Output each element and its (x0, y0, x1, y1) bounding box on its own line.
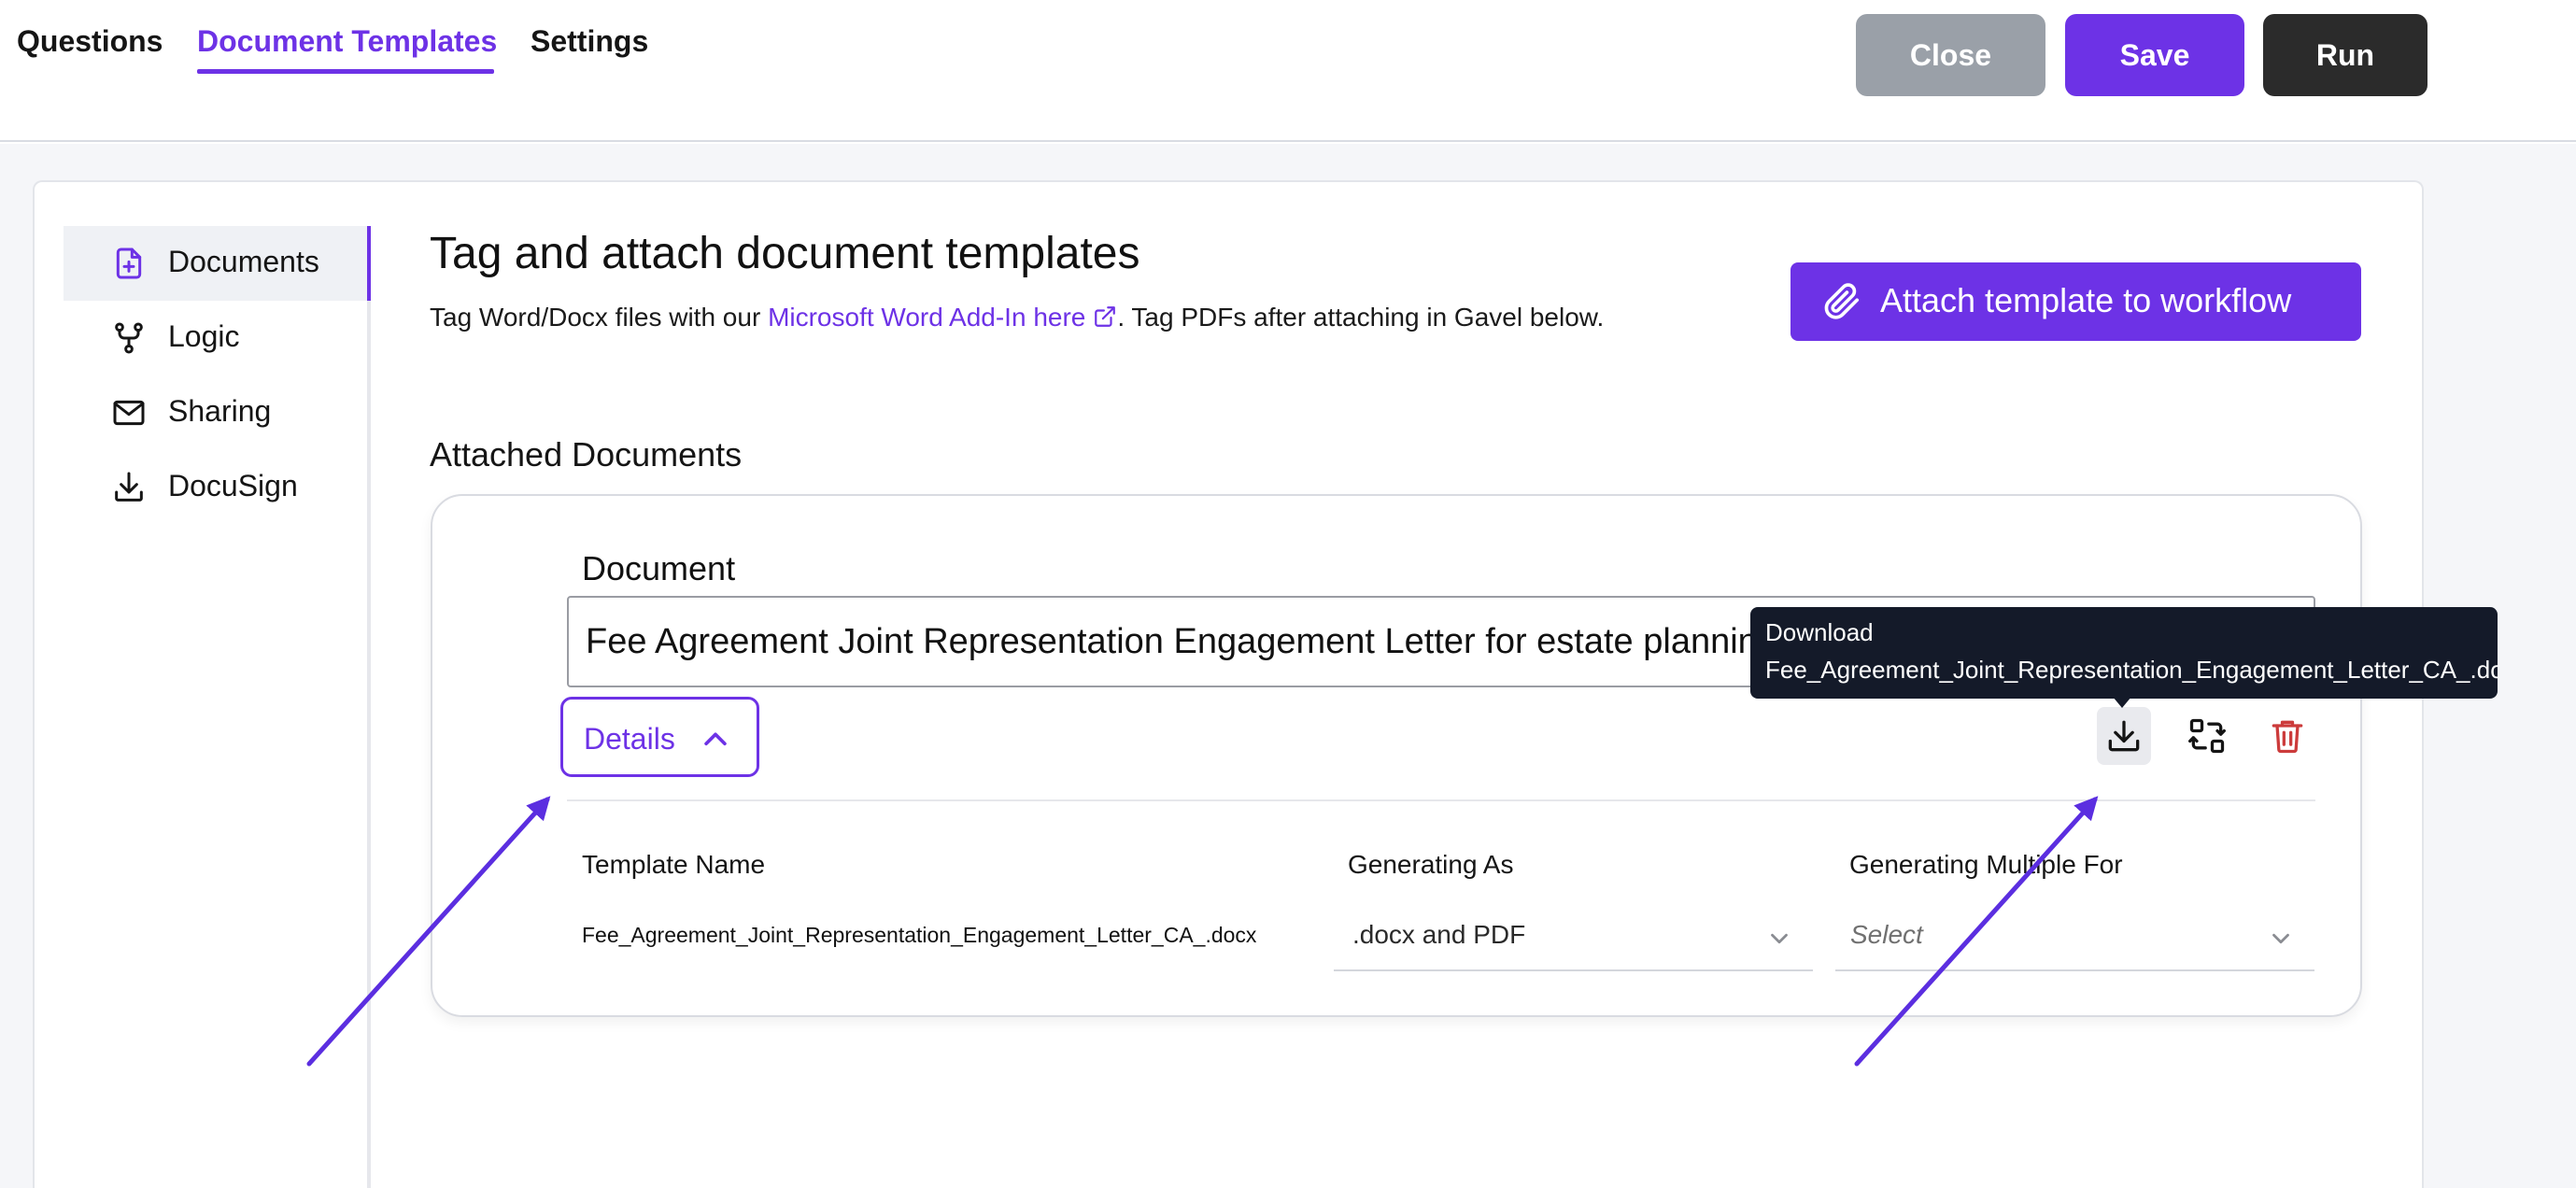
sidebar-item-sharing[interactable]: Sharing (64, 375, 367, 450)
branch-icon (115, 322, 143, 354)
tab-questions[interactable]: Questions (17, 24, 163, 59)
external-link-icon (1095, 306, 1116, 327)
active-tab-underline (197, 69, 494, 74)
attached-documents-heading: Attached Documents (430, 435, 743, 474)
attach-template-button[interactable]: Attach template to workflow (1790, 262, 2361, 341)
delete-document-button[interactable] (2260, 707, 2314, 765)
generating-multiple-for-select[interactable]: Select (1835, 904, 2314, 971)
chevron-up-icon (704, 732, 727, 746)
tab-document-templates[interactable]: Document Templates (197, 24, 497, 59)
tooltip-pointer (2113, 697, 2131, 708)
document-name-value: Fee Agreement Joint Representation Engag… (586, 622, 1777, 661)
sidebar-active-indicator (367, 226, 371, 301)
document-field-label: Document (582, 549, 736, 587)
sidebar-item-docusign[interactable]: DocuSign (64, 450, 367, 525)
sidebar-item-logic[interactable]: Logic (64, 301, 367, 375)
template-name-label: Template Name (582, 850, 766, 879)
generating-multiple-for-label: Generating Multiple For (1849, 850, 2123, 879)
replace-document-button[interactable] (2180, 707, 2234, 765)
download-document-button[interactable] (2097, 707, 2151, 765)
tooltip-file-name: Fee_Agreement_Joint_Representation_Engag… (1765, 656, 2498, 684)
generating-as-label: Generating As (1348, 850, 1514, 879)
chevron-down-icon (2272, 933, 2289, 944)
details-label: Details (584, 722, 675, 756)
sidebar-item-label: Logic (168, 319, 240, 353)
word-addin-link[interactable]: Microsoft Word Add-In here (768, 303, 1117, 332)
attach-template-label: Attach template to workflow (1880, 281, 2292, 319)
page-subtitle: Tag Word/Docx files with our Microsoft W… (430, 303, 1604, 332)
close-button[interactable]: Close (1856, 14, 2045, 96)
save-button[interactable]: Save (2065, 14, 2244, 96)
sidebar-item-documents[interactable]: Documents (64, 226, 367, 301)
paperclip-icon (1824, 283, 1860, 319)
swap-icon (2188, 718, 2226, 754)
tooltip-title: Download (1765, 618, 1874, 646)
sidebar-item-label: Sharing (168, 394, 272, 428)
run-button[interactable]: Run (2263, 14, 2427, 96)
chevron-down-icon (1771, 933, 1788, 944)
sidebar-item-label: Documents (168, 245, 319, 278)
word-addin-link-label: Microsoft Word Add-In here (768, 303, 1086, 332)
envelope-icon (113, 400, 145, 426)
details-divider (567, 799, 2315, 801)
download-icon (2108, 720, 2140, 752)
top-bar: Questions Document Templates Settings Cl… (0, 0, 2576, 142)
subtitle-text: Tag Word/Docx files with our (430, 303, 769, 332)
sidebar-divider (367, 226, 371, 1188)
download-tooltip: Download Fee_Agreement_Joint_Representat… (1750, 607, 2498, 699)
template-file-name: Fee_Agreement_Joint_Representation_Engag… (582, 923, 1257, 947)
generating-as-value: .docx and PDF (1352, 920, 1526, 949)
document-add-icon (116, 248, 142, 279)
trash-icon (2272, 720, 2303, 754)
download-icon (115, 472, 143, 502)
generating-as-select[interactable]: .docx and PDF (1334, 904, 1813, 971)
page-title: Tag and attach document templates (430, 229, 1140, 278)
details-toggle-button[interactable]: Details (560, 697, 759, 777)
tab-settings[interactable]: Settings (531, 24, 648, 59)
generating-multiple-for-placeholder: Select (1850, 920, 1923, 949)
subtitle-text-end: . Tag PDFs after attaching in Gavel belo… (1117, 303, 1605, 332)
sidebar-item-label: DocuSign (168, 469, 298, 502)
